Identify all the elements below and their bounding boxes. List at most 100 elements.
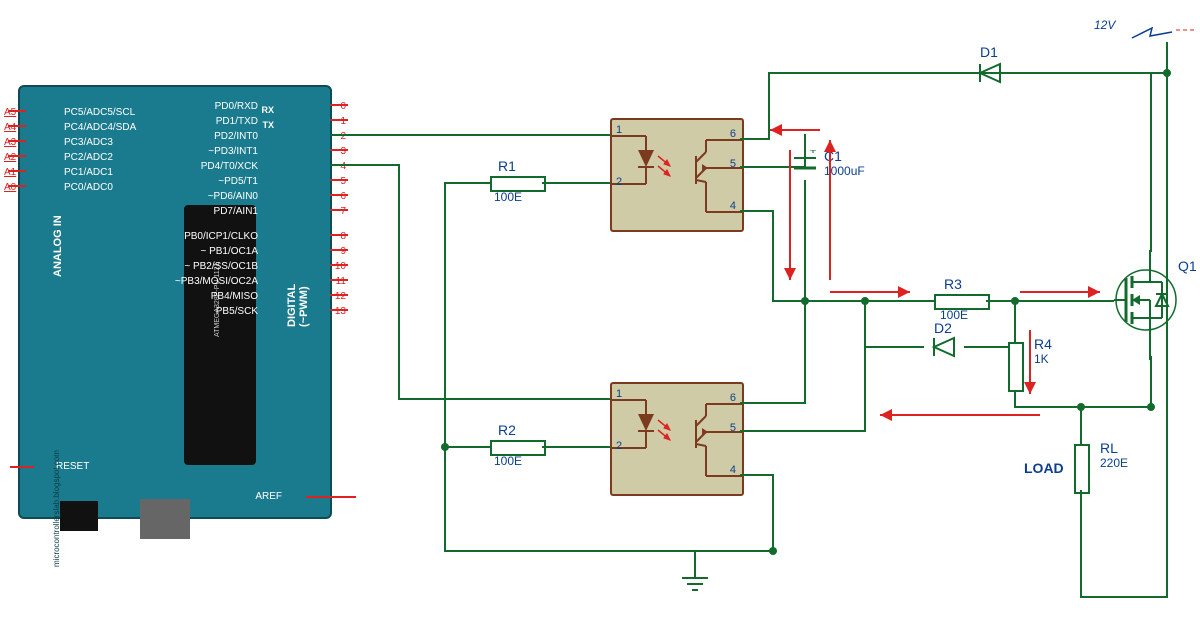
pin-a3: A3	[4, 137, 16, 148]
reset-stub	[10, 466, 34, 468]
rl-value: 220E	[1100, 456, 1128, 470]
dpin-13: 13	[335, 306, 346, 317]
opto1-pin6: 6	[730, 128, 736, 140]
arduino-board: ATMEGA328P-PU 1121 ANALOG IN DIGITAL (~P…	[18, 85, 332, 519]
wire-r3-right	[986, 300, 1114, 302]
pin-a1: A1	[4, 167, 16, 178]
usb-connector	[140, 499, 190, 539]
wire-c1-bottom	[804, 180, 806, 302]
opto1-pin1: 1	[616, 124, 622, 136]
d2-label: D2	[934, 320, 952, 336]
ground-symbol	[680, 576, 710, 596]
wire-pin4-a	[330, 164, 400, 166]
dpin-1: 1	[340, 116, 346, 127]
dpin-12: 12	[335, 291, 346, 302]
r4-value: 1K	[1034, 352, 1049, 366]
junction-r1r2	[441, 443, 449, 451]
opto1-pin4: 4	[730, 200, 736, 212]
analog-section-label: ANALOG IN	[52, 215, 64, 277]
opto2-pin1: 1	[616, 388, 622, 400]
junction-source	[1147, 403, 1155, 411]
dpin-8: 8	[340, 231, 346, 242]
opto1-pin2: 2	[616, 176, 622, 188]
dpin-0: 0	[340, 101, 346, 112]
pd2: PD2/INT0	[214, 131, 258, 142]
junction-rl-top	[1077, 403, 1085, 411]
wire-r1-opto1p2	[542, 182, 610, 184]
wire-r1-down	[444, 182, 446, 552]
lbl-pc0: PC0/ADC0	[64, 182, 113, 193]
r4-label: R4	[1034, 336, 1052, 352]
wire-return	[1080, 596, 1168, 598]
rl-label: RL	[1100, 440, 1118, 456]
wire-rl-top	[1080, 406, 1082, 444]
wire-q1-source	[1150, 356, 1152, 408]
wire-opto2-p6	[740, 402, 806, 404]
wire-opto1-p4	[740, 210, 774, 212]
lbl-pc4: PC4/ADC4/SDA	[64, 122, 136, 133]
opto2-pin4: 4	[730, 464, 736, 476]
capacitor-c1	[790, 150, 820, 182]
load-label: LOAD	[1024, 460, 1064, 476]
diode-d1	[970, 60, 1010, 86]
pd3: ~PD3/INT1	[208, 146, 258, 157]
dpin-11: 11	[336, 276, 346, 287]
pin-a0: A0	[4, 182, 16, 193]
wire-r2-left	[444, 446, 490, 448]
wire-d2-left	[864, 346, 924, 348]
pd6: ~PD6/AIN0	[208, 191, 258, 202]
pin-a2: A2	[4, 152, 16, 163]
wire-12v-side	[1166, 72, 1168, 598]
pb2: ~ PB2/SS/OC1B	[184, 261, 258, 272]
wire-pin4-c	[398, 398, 610, 400]
wire-opto2-p5	[740, 430, 866, 432]
aref-label: AREF	[255, 491, 282, 502]
wire-gnd-bus	[444, 550, 774, 552]
r3-label: R3	[944, 276, 962, 292]
pd4: PD4/T0/XCK	[201, 161, 258, 172]
opto2-pin5: 5	[730, 422, 736, 434]
dpin-5: 5	[340, 176, 346, 187]
wire-opto1-p6-up	[768, 72, 770, 140]
junction-r3-d2	[1011, 297, 1019, 305]
r1-value: 100E	[494, 190, 522, 204]
r2-label: R2	[498, 422, 516, 438]
wire-opto1-p6	[740, 138, 770, 140]
dpin-7: 7	[340, 206, 346, 217]
dpin-6: 6	[340, 191, 346, 202]
tx-label: TX	[262, 120, 274, 130]
pd0: PD0/RXD	[215, 101, 258, 112]
pb0: PB0/ICP1/CLKO	[184, 231, 258, 242]
pd7: PD7/AIN1	[214, 206, 258, 217]
resistor-r4	[1008, 342, 1024, 392]
r1-label: R1	[498, 158, 516, 174]
resistor-rl	[1074, 444, 1090, 494]
d1-label: D1	[980, 44, 998, 60]
wire-12v-rail	[768, 72, 1168, 74]
dpin-9: 9	[340, 246, 346, 257]
wire-pin2-opto1p1	[330, 134, 610, 136]
optocoupler-2: 1 2 6 5 4	[610, 382, 744, 496]
dpin-2: 2	[340, 131, 346, 142]
optocoupler-1: 1 2 6 5 4	[610, 118, 744, 232]
diode-d2	[924, 334, 964, 360]
rx-label: RX	[261, 105, 274, 115]
wire-d2-left-down	[864, 300, 866, 348]
wire-opto1-p4-down	[772, 210, 774, 300]
q1-label: Q1	[1178, 258, 1197, 274]
wire-q1-drain	[1150, 72, 1152, 252]
c1-label: C1	[824, 148, 842, 164]
wire-r2-opto2p2	[542, 446, 610, 448]
wire-rl-bottom	[1080, 490, 1082, 598]
circuit-diagram: ATMEGA328P-PU 1121 ANALOG IN DIGITAL (~P…	[0, 0, 1200, 619]
dpin-3: 3	[340, 146, 346, 157]
wire-opto2-p4	[740, 474, 774, 476]
power-jack	[60, 501, 98, 531]
pin-a4: A4	[4, 122, 16, 133]
pb5: PB5/SCK	[216, 306, 258, 317]
wire-r1-left	[444, 182, 490, 184]
opto2-pin6: 6	[730, 392, 736, 404]
dpin-4: 4	[340, 161, 346, 172]
wire-gnd-drop	[694, 550, 696, 578]
junction-gnd	[769, 547, 777, 555]
